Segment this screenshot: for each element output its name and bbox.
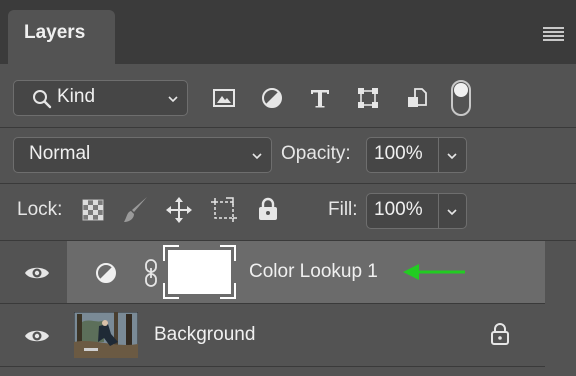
green-arrow-annotation-icon (403, 264, 465, 280)
filter-kind-label: Kind (57, 86, 96, 107)
divider (0, 127, 576, 128)
layer-mask-thumbnail[interactable] (163, 245, 236, 299)
blend-mode-dropdown[interactable]: Normal (13, 137, 272, 173)
shape-layer-filter-icon[interactable] (357, 87, 379, 109)
filter-toggle-knob (454, 83, 468, 97)
chevron-down-icon (252, 153, 262, 160)
layer-name: Background (154, 324, 256, 345)
smart-object-filter-icon[interactable] (406, 87, 428, 109)
filter-kind-dropdown[interactable]: Kind (13, 80, 188, 116)
adjustment-layer-filter-icon[interactable] (261, 87, 283, 109)
mask-corner (163, 283, 179, 299)
pixel-layer-filter-icon[interactable] (213, 88, 235, 108)
layers-panel: Layers Kind Normal Opacity: 100% Lock: F… (0, 0, 576, 376)
fill-value: 100% (374, 199, 423, 220)
visibility-column (0, 304, 67, 366)
opacity-field[interactable]: 100% (366, 137, 467, 173)
mask-corner (220, 245, 236, 261)
layer-row-color-lookup[interactable]: Color Lookup 1 (0, 241, 545, 303)
panel-tab-bar: Layers (0, 0, 576, 65)
lock-position-move-icon[interactable] (166, 197, 192, 223)
filter-toggle-switch[interactable] (451, 80, 471, 116)
fill-divider (438, 194, 439, 228)
fill-field[interactable]: 100% (366, 193, 467, 229)
layer-name: Color Lookup 1 (249, 261, 378, 282)
chevron-down-icon[interactable] (447, 151, 457, 161)
opacity-value: 100% (374, 143, 423, 164)
eye-visibility-icon[interactable] (24, 265, 50, 281)
divider (0, 183, 576, 184)
link-chain-icon[interactable] (144, 259, 158, 287)
type-layer-filter-icon[interactable] (309, 87, 331, 109)
tab-layers[interactable]: Layers (8, 10, 115, 65)
panel-menu-icon[interactable] (543, 27, 564, 41)
lock-transparent-pixels-icon[interactable] (82, 199, 104, 221)
blend-mode-value: Normal (29, 143, 91, 164)
divider (0, 366, 545, 367)
search-icon (33, 90, 52, 109)
chevron-down-icon (168, 96, 178, 103)
lock-artboard-icon[interactable] (210, 197, 238, 223)
mask-corner (220, 283, 236, 299)
fill-label: Fill: (328, 199, 358, 220)
layer-thumbnail-image[interactable] (74, 312, 138, 358)
eye-visibility-icon[interactable] (24, 328, 50, 344)
tab-layers-label: Layers (24, 22, 86, 43)
visibility-column (0, 241, 67, 303)
lock-all-icon[interactable] (257, 197, 279, 221)
layer-locked-icon[interactable] (490, 322, 510, 346)
lock-image-pixels-brush-icon[interactable] (122, 195, 150, 225)
opacity-divider (438, 138, 439, 172)
opacity-label: Opacity: (281, 143, 351, 164)
layer-row-background[interactable]: Background (0, 304, 545, 366)
chevron-down-icon[interactable] (447, 207, 457, 217)
adjustment-layer-icon (96, 263, 116, 283)
lock-label: Lock: (17, 199, 63, 220)
mask-corner (163, 245, 179, 261)
layers-scroll-area[interactable] (545, 241, 576, 376)
